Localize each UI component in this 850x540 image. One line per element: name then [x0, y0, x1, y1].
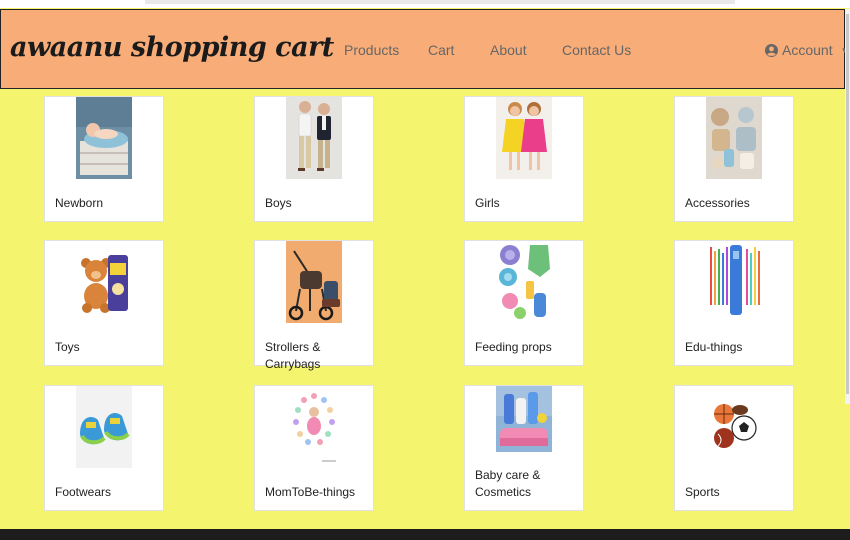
nav-about[interactable]: About — [490, 42, 527, 58]
category-card-momtobe[interactable]: MomToBe-things — [254, 385, 374, 511]
category-card-toys[interactable]: Toys — [44, 240, 164, 366]
category-label: Boys — [265, 196, 292, 210]
category-label: Feeding props — [475, 340, 552, 354]
girls-image — [496, 97, 552, 179]
category-card-feeding-props[interactable]: Feeding props — [464, 240, 584, 366]
accessories-image — [706, 97, 762, 179]
nav-products[interactable]: Products — [344, 42, 399, 58]
category-label: Strollers & Carrybags — [265, 340, 321, 371]
sports-image — [706, 386, 762, 468]
feeding-props-image — [496, 241, 552, 323]
edu-things-image — [706, 241, 762, 323]
category-card-newborn[interactable]: Newborn — [44, 96, 164, 222]
category-label: Edu-things — [685, 340, 743, 354]
user-circle-icon — [765, 43, 778, 57]
boys-image — [286, 97, 342, 179]
category-card-footwears[interactable]: Footwears — [44, 385, 164, 511]
baby-care-image — [496, 386, 552, 452]
newborn-image — [76, 97, 132, 179]
navbar: awaanu shopping cart Products Cart About… — [0, 9, 849, 89]
category-label: Baby care & — [475, 468, 541, 482]
strollers-image — [286, 241, 342, 323]
brand-logo[interactable]: awaanu shopping cart — [10, 32, 334, 63]
browser-top-strip — [0, 0, 850, 8]
category-label: Girls — [475, 196, 500, 210]
category-card-boys[interactable]: Boys — [254, 96, 374, 222]
category-label: Sports — [685, 485, 720, 499]
nav-cart[interactable]: Cart — [428, 42, 454, 58]
footer-bar — [0, 529, 850, 540]
category-label: Footwears — [55, 485, 112, 499]
category-label: Toys — [55, 340, 80, 354]
momtobe-image — [286, 386, 342, 468]
category-card-sports[interactable]: Sports — [674, 385, 794, 511]
category-card-baby-care-cosmetics[interactable]: Baby care & Cosmetics — [464, 385, 584, 511]
category-label: Newborn — [55, 196, 104, 210]
category-card-accessories[interactable]: Accessories — [674, 96, 794, 222]
scrollbar-thumb[interactable] — [846, 14, 849, 394]
footwears-image — [76, 386, 132, 468]
top-strip-bar — [145, 0, 735, 4]
nav-contact-us[interactable]: Contact Us — [562, 42, 631, 58]
toys-image — [76, 241, 132, 323]
category-label: MomToBe-things — [265, 485, 356, 499]
category-label-line2: Cosmetics — [475, 485, 532, 499]
category-card-strollers[interactable]: Strollers & Carrybags — [254, 240, 374, 371]
account-label: Account — [782, 42, 833, 58]
account-dropdown[interactable]: Account ▼ — [765, 42, 849, 58]
category-card-girls[interactable]: Girls — [464, 96, 584, 222]
category-label: Accessories — [685, 196, 750, 210]
category-card-edu-things[interactable]: Edu-things — [674, 240, 794, 366]
